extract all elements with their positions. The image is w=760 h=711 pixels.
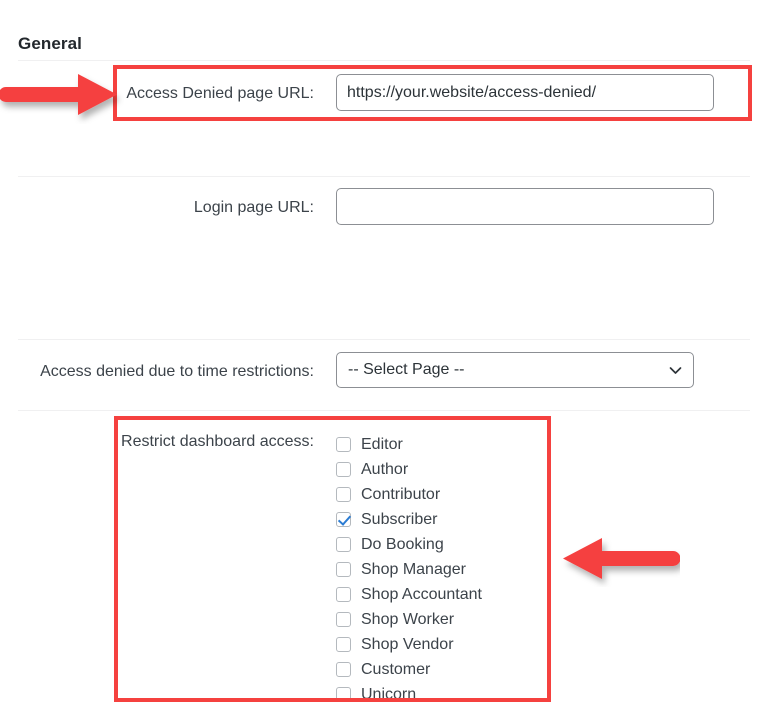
- access-denied-url-input[interactable]: [336, 74, 714, 111]
- role-checkbox-item[interactable]: Editor: [336, 432, 760, 457]
- checkbox-unchecked-icon[interactable]: [336, 587, 351, 602]
- divider: [18, 410, 750, 411]
- login-url-input[interactable]: [336, 188, 714, 225]
- role-checkbox-label: Do Booking: [361, 536, 444, 553]
- role-checkbox-item[interactable]: Subscriber: [336, 507, 760, 532]
- checkbox-unchecked-icon[interactable]: [336, 462, 351, 477]
- role-checkbox-item[interactable]: Do Booking: [336, 532, 760, 557]
- role-checkbox-item[interactable]: Shop Vendor: [336, 632, 760, 657]
- field-row-restrict-dashboard: Restrict dashboard access: Editor Author C…: [0, 431, 760, 707]
- role-checkbox-label: Subscriber: [361, 511, 438, 528]
- restrict-dashboard-label: Restrict dashboard access:: [121, 433, 314, 450]
- field-row-login-url: Login page URL:: [0, 188, 760, 225]
- access-denied-url-label: Access Denied page URL:: [126, 85, 314, 102]
- role-checkbox-item[interactable]: Shop Accountant: [336, 582, 760, 607]
- role-checkbox-label: Shop Vendor: [361, 636, 454, 653]
- divider: [18, 176, 750, 177]
- divider: [18, 339, 750, 340]
- divider: [18, 60, 750, 61]
- checkbox-unchecked-icon[interactable]: [336, 662, 351, 677]
- role-checkbox-label: Shop Manager: [361, 561, 466, 578]
- checkbox-unchecked-icon[interactable]: [336, 687, 351, 702]
- checkbox-unchecked-icon[interactable]: [336, 562, 351, 577]
- role-checkbox-label: Author: [361, 461, 409, 478]
- field-row-time-restrictions: Access denied due to time restrictions: …: [0, 352, 760, 388]
- role-checkbox-list: Editor Author Contributor Subscriber Do Book…: [336, 431, 760, 707]
- checkbox-unchecked-icon[interactable]: [336, 487, 351, 502]
- page-title: General: [18, 34, 83, 53]
- role-checkbox-item[interactable]: Customer: [336, 657, 760, 682]
- role-checkbox-item[interactable]: Unicorn: [336, 682, 760, 707]
- role-checkbox-item[interactable]: Shop Manager: [336, 557, 760, 582]
- settings-page: General Access Denied page URL: Login pa…: [0, 0, 760, 711]
- checkbox-checked-icon[interactable]: [336, 512, 351, 527]
- checkbox-unchecked-icon[interactable]: [336, 637, 351, 652]
- role-checkbox-label: Shop Accountant: [361, 586, 482, 603]
- time-restrictions-select-value: -- Select Page --: [336, 352, 694, 388]
- field-row-access-denied-url: Access Denied page URL:: [0, 74, 760, 111]
- role-checkbox-label: Unicorn: [361, 686, 417, 703]
- time-restrictions-label: Access denied due to time restrictions:: [40, 363, 314, 380]
- checkbox-unchecked-icon[interactable]: [336, 437, 351, 452]
- role-checkbox-item[interactable]: Shop Worker: [336, 607, 760, 632]
- login-url-label: Login page URL:: [193, 199, 314, 216]
- role-checkbox-label: Customer: [361, 661, 431, 678]
- access-denied-url-field-wrap: [336, 74, 760, 111]
- checkbox-unchecked-icon[interactable]: [336, 537, 351, 552]
- role-checkbox-label: Shop Worker: [361, 611, 455, 628]
- role-checkbox-label: Editor: [361, 436, 403, 453]
- role-checkbox-item[interactable]: Author: [336, 457, 760, 482]
- checkbox-unchecked-icon[interactable]: [336, 612, 351, 627]
- time-restrictions-field-wrap: -- Select Page --: [336, 352, 760, 388]
- login-url-field-wrap: [336, 188, 760, 225]
- restrict-dashboard-field-wrap: Editor Author Contributor Subscriber Do Book…: [336, 431, 760, 707]
- role-checkbox-item[interactable]: Contributor: [336, 482, 760, 507]
- time-restrictions-select[interactable]: -- Select Page --: [336, 352, 694, 388]
- role-checkbox-label: Contributor: [361, 486, 441, 503]
